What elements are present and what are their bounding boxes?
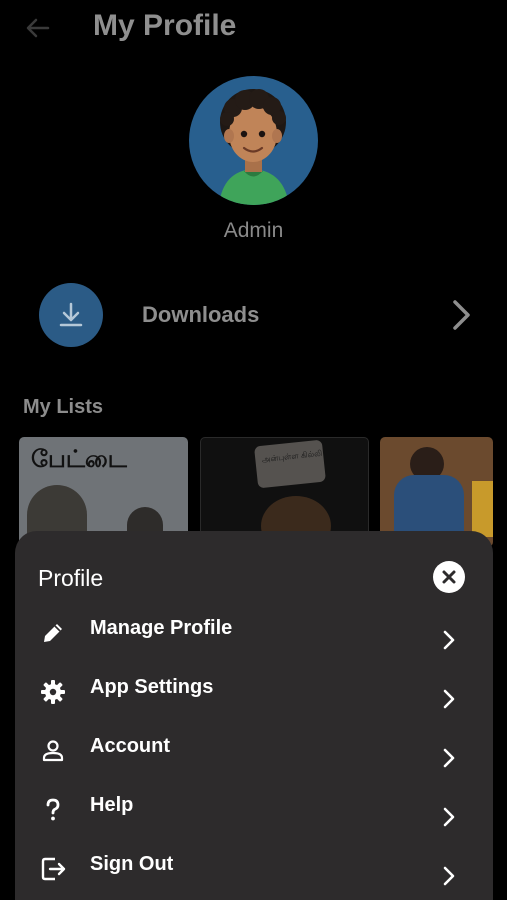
download-icon (59, 302, 83, 327)
close-icon (442, 570, 456, 584)
downloads-row[interactable]: Downloads (0, 280, 507, 350)
avatar[interactable] (189, 76, 318, 205)
poster-3-figure (394, 475, 464, 533)
menu-item-label: Sign Out (90, 853, 174, 875)
menu-item-label: Manage Profile (90, 617, 233, 639)
downloads-label: Downloads (142, 302, 260, 327)
menu-item-app-settings[interactable]: App Settings (15, 670, 493, 726)
menu-item-label: App Settings (90, 676, 214, 698)
menu-item-account[interactable]: Account (15, 729, 493, 785)
poster-1-title: பேட்டை (31, 445, 127, 473)
my-lists-title: My Lists (23, 396, 104, 418)
poster-3-figure-2 (472, 481, 493, 537)
menu-item-help[interactable]: Help (15, 788, 493, 844)
chevron-right-icon (443, 748, 455, 768)
arrow-left-icon (26, 18, 50, 38)
download-icon-circle (39, 283, 103, 347)
pencil-icon (44, 624, 62, 642)
sheet-title: Profile (38, 565, 104, 591)
profile-bottom-sheet: Profile Manage Profile App Settings Acco… (15, 531, 493, 900)
page-title: My Profile (93, 9, 237, 42)
chevron-right-icon (453, 300, 470, 330)
avatar-icon (219, 89, 289, 205)
question-icon (46, 798, 60, 821)
sign-out-icon (41, 857, 66, 881)
chevron-right-icon (443, 689, 455, 709)
profile-screen: My Profile Admin Downloads My Lists பேட்… (0, 0, 507, 900)
menu-item-label: Help (90, 794, 134, 816)
chevron-right-icon (443, 866, 455, 886)
chevron-right-icon (443, 630, 455, 650)
header: My Profile (0, 0, 507, 56)
username: Admin (223, 219, 284, 242)
back-button[interactable] (22, 12, 54, 44)
menu-item-sign-out[interactable]: Sign Out (15, 847, 493, 900)
close-button[interactable] (433, 561, 465, 593)
gear-icon (41, 680, 65, 704)
menu-item-label: Account (90, 735, 170, 757)
menu-item-manage-profile[interactable]: Manage Profile (15, 611, 493, 667)
chevron-right-icon (443, 807, 455, 827)
person-icon (42, 740, 64, 762)
